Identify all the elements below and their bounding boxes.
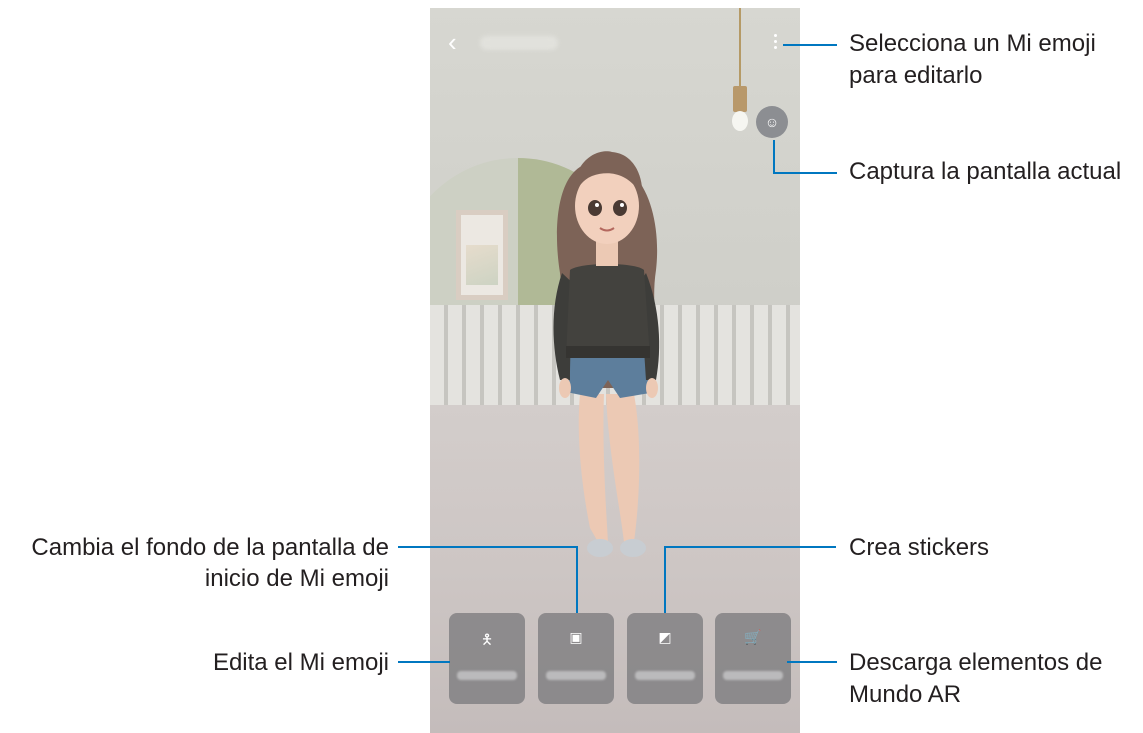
stickers-button[interactable]: ◩	[627, 613, 703, 704]
callout-edit: Edita el Mi emoji	[212, 649, 389, 676]
shop-button[interactable]: 🛒	[715, 613, 791, 704]
callout-stickers: Crea stickers	[849, 534, 990, 561]
background-label	[546, 671, 606, 680]
action-buttons-bar: 🯅 ▣ ◩ 🛒	[430, 613, 800, 733]
callout-line-stickers-h	[664, 546, 836, 548]
background-button[interactable]: ▣	[538, 613, 614, 704]
image-icon: ▣	[569, 629, 583, 645]
callout-line-background-h	[398, 546, 578, 548]
shop-label	[723, 671, 783, 680]
callout-background-1: Cambia el fondo de la pantalla de	[31, 534, 389, 561]
sticker-icon: ◩	[658, 629, 672, 645]
edit-emoji-button[interactable]: 🯅	[449, 613, 525, 704]
callout-line-background-v	[576, 546, 578, 613]
person-icon: 🯅	[480, 631, 494, 647]
callout-select-emoji: Selecciona un Mi emoji para editarlo	[849, 30, 1096, 89]
callout-capture: Captura la pantalla actual	[849, 158, 1122, 185]
cart-icon: 🛒	[744, 629, 762, 645]
callout-line-capture-h	[773, 172, 837, 174]
phone-screen: ‹ ☺ 🯅 ▣ ◩ 🛒	[430, 8, 800, 733]
capture-icon[interactable]: ☺	[756, 106, 788, 138]
callout-line-stickers-v	[664, 546, 666, 613]
stickers-label	[635, 671, 695, 680]
callout-line-select	[783, 44, 837, 46]
back-icon[interactable]: ‹	[448, 29, 468, 55]
callout-line-edit	[398, 661, 450, 663]
screen-title-placeholder	[480, 36, 558, 50]
callout-download-1: Descarga elementos de	[849, 649, 1103, 676]
more-options-icon[interactable]	[773, 34, 779, 52]
callout-line-capture-v	[773, 140, 775, 174]
callout-background-2: inicio de Mi emoji	[204, 565, 389, 592]
callout-download-2: Mundo AR	[849, 681, 962, 708]
callout-line-download	[787, 661, 837, 663]
edit-emoji-label	[457, 671, 517, 680]
